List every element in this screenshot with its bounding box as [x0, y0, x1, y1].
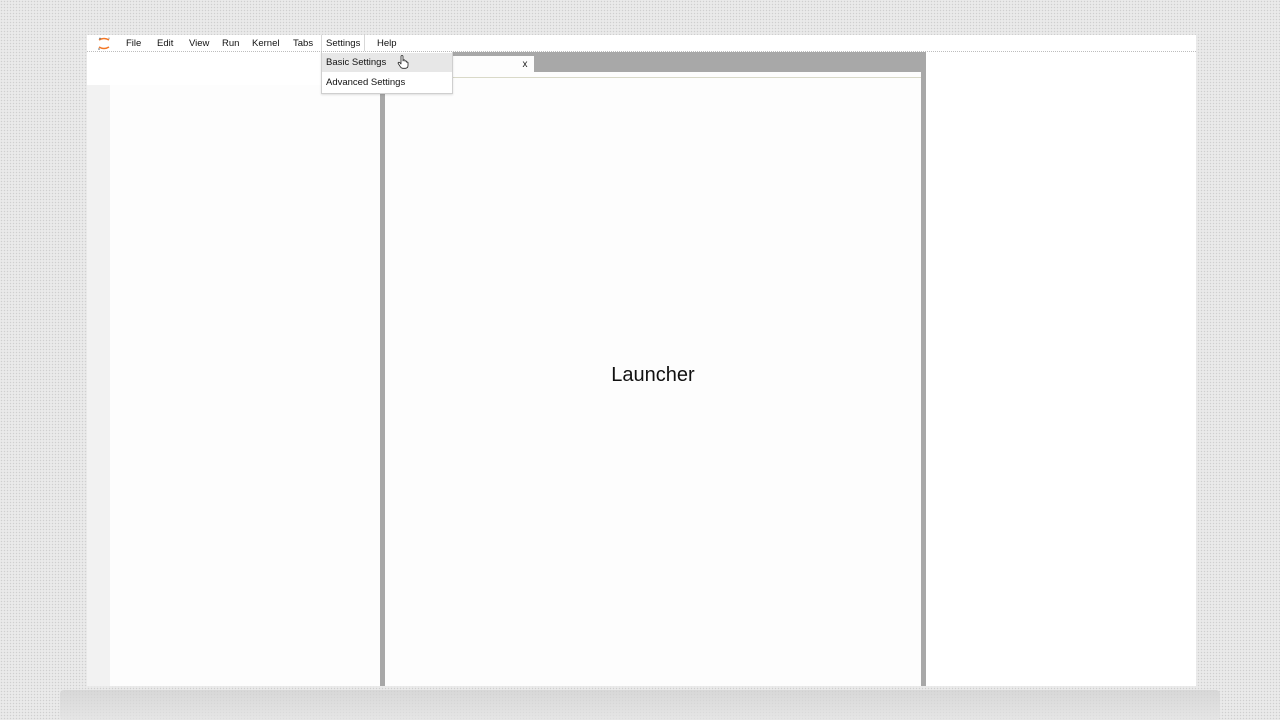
menu-bar: File Edit View Run Kernel Tabs Settings … [87, 35, 1196, 52]
right-sidebar-panel [926, 52, 1196, 686]
launcher-title: Launcher [611, 364, 695, 386]
menu-kernel[interactable]: Kernel [248, 35, 283, 51]
menu-help[interactable]: Help [373, 35, 401, 51]
activity-bar [87, 85, 110, 686]
left-sidebar-panel [110, 85, 380, 686]
menu-settings[interactable]: Settings [321, 35, 366, 51]
menu-item-advanced-settings[interactable]: Advanced Settings [322, 73, 452, 92]
menu-tabs[interactable]: Tabs [289, 35, 317, 51]
menu-edit[interactable]: Edit [153, 35, 177, 51]
tab-close-button[interactable]: x [519, 56, 531, 72]
settings-dropdown-menu: Basic Settings Advanced Settings [321, 52, 453, 94]
hand-pointer-icon [397, 55, 409, 69]
tab-bar: x [452, 52, 925, 72]
content-divider [385, 77, 921, 78]
tab-launcher[interactable]: x [452, 56, 534, 72]
menu-view[interactable]: View [185, 35, 213, 51]
app-window: File Edit View Run Kernel Tabs Settings … [87, 35, 1196, 686]
menu-item-basic-settings[interactable]: Basic Settings [322, 53, 452, 72]
menu-run[interactable]: Run [218, 35, 243, 51]
jupyter-logo-icon [98, 37, 110, 50]
window-shadow [60, 690, 1220, 720]
menu-file[interactable]: File [122, 35, 145, 51]
main-dock-area: x Launcher [385, 52, 926, 686]
